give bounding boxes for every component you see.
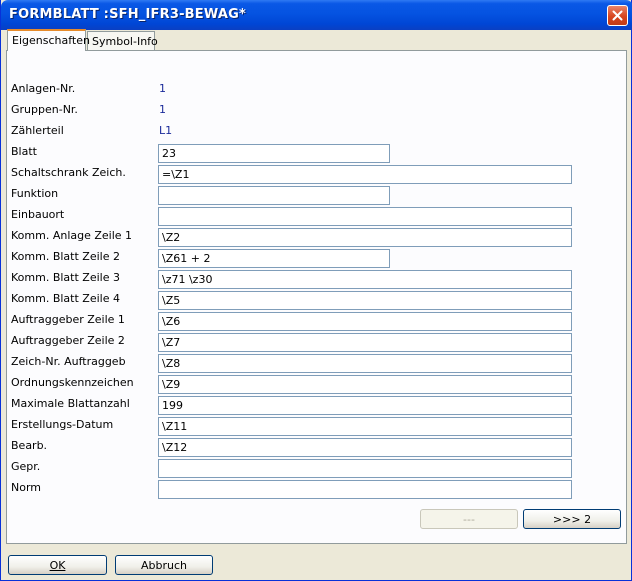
schaltschrank-label: Schaltschrank Zeich.	[11, 166, 126, 179]
window-title: FORMBLATT :SFH_IFR3-BEWAG*	[9, 7, 246, 22]
einbauort-label: Einbauort	[11, 208, 65, 221]
komm-anlage-zeile-1-label: Komm. Anlage Zeile 1	[11, 229, 133, 242]
anlagen-nr-label: Anlagen-Nr.	[11, 82, 76, 95]
norm-field[interactable]	[158, 480, 572, 499]
ordnungskennzeichen-label: Ordnungskennzeichen	[11, 376, 134, 389]
previous-page-button[interactable]: ---	[420, 509, 518, 529]
komm-blatt-zeile-3-field[interactable]: \z71 \z30	[158, 270, 572, 289]
erstellungs-datum-field[interactable]: \Z11	[158, 417, 572, 436]
funktion-field[interactable]	[158, 186, 390, 205]
zeich-nr-auftraggeb-label: Zeich-Nr. Auftraggeb	[11, 355, 126, 368]
einbauort-field[interactable]	[158, 207, 572, 226]
properties-panel: Anlagen-Nr. 1 Gruppen-Nr. 1 Zählerteil L…	[6, 50, 627, 544]
erstellungs-datum-label: Erstellungs-Datum	[11, 418, 114, 431]
auftraggeber-zeile-1-field[interactable]: \Z6	[158, 312, 572, 331]
gruppen-nr-value: 1	[159, 103, 166, 116]
blatt-label: Blatt	[11, 145, 37, 158]
bearb-label: Bearb.	[11, 439, 48, 452]
schaltschrank-field[interactable]: =\Z1	[158, 165, 572, 184]
title-bar[interactable]: FORMBLATT :SFH_IFR3-BEWAG*	[1, 0, 632, 30]
bearb-field[interactable]: \Z12	[158, 438, 572, 457]
maximale-blattanzahl-field[interactable]: 199	[158, 396, 572, 415]
auftraggeber-zeile-2-label: Auftraggeber Zeile 2	[11, 334, 125, 347]
komm-blatt-zeile-2-field[interactable]: \Z61 + 2	[158, 249, 390, 268]
tab-symbol-info[interactable]: Symbol-Info	[87, 31, 158, 50]
ok-button[interactable]: OK	[8, 555, 107, 575]
gruppen-nr-label: Gruppen-Nr.	[11, 103, 78, 116]
dialog-window: FORMBLATT :SFH_IFR3-BEWAG* Eigenschaften…	[0, 0, 632, 581]
maximale-blattanzahl-label: Maximale Blattanzahl	[11, 397, 130, 410]
gepr-field[interactable]	[158, 459, 572, 478]
close-button[interactable]	[607, 5, 628, 26]
komm-anlage-zeile-1-field[interactable]: \Z2	[158, 228, 572, 247]
gepr-label: Gepr.	[11, 460, 41, 473]
close-icon	[612, 10, 623, 21]
komm-blatt-zeile-4-field[interactable]: \Z5	[158, 291, 572, 310]
anlagen-nr-value: 1	[159, 82, 166, 95]
komm-blatt-zeile-3-label: Komm. Blatt Zeile 3	[11, 271, 120, 284]
next-page-button[interactable]: >>> 2	[523, 509, 621, 529]
zaehlerteil-value: L1	[159, 124, 173, 137]
ok-button-label: OK	[49, 558, 66, 572]
norm-label: Norm	[11, 481, 42, 494]
ordnungskennzeichen-field[interactable]: \Z9	[158, 375, 572, 394]
tab-eigenschaften[interactable]: Eigenschaften	[7, 29, 90, 51]
auftraggeber-zeile-2-field[interactable]: \Z7	[158, 333, 572, 352]
cancel-button-label: Abbruch	[140, 558, 187, 572]
komm-blatt-zeile-2-label: Komm. Blatt Zeile 2	[11, 250, 120, 263]
zeich-nr-auftraggeb-field[interactable]: \Z8	[158, 354, 572, 373]
cancel-button[interactable]: Abbruch	[115, 555, 213, 575]
funktion-label: Funktion	[11, 187, 59, 200]
komm-blatt-zeile-4-label: Komm. Blatt Zeile 4	[11, 292, 120, 305]
zaehlerteil-label: Zählerteil	[11, 124, 64, 137]
auftraggeber-zeile-1-label: Auftraggeber Zeile 1	[11, 313, 125, 326]
blatt-field[interactable]: 23	[158, 144, 390, 163]
